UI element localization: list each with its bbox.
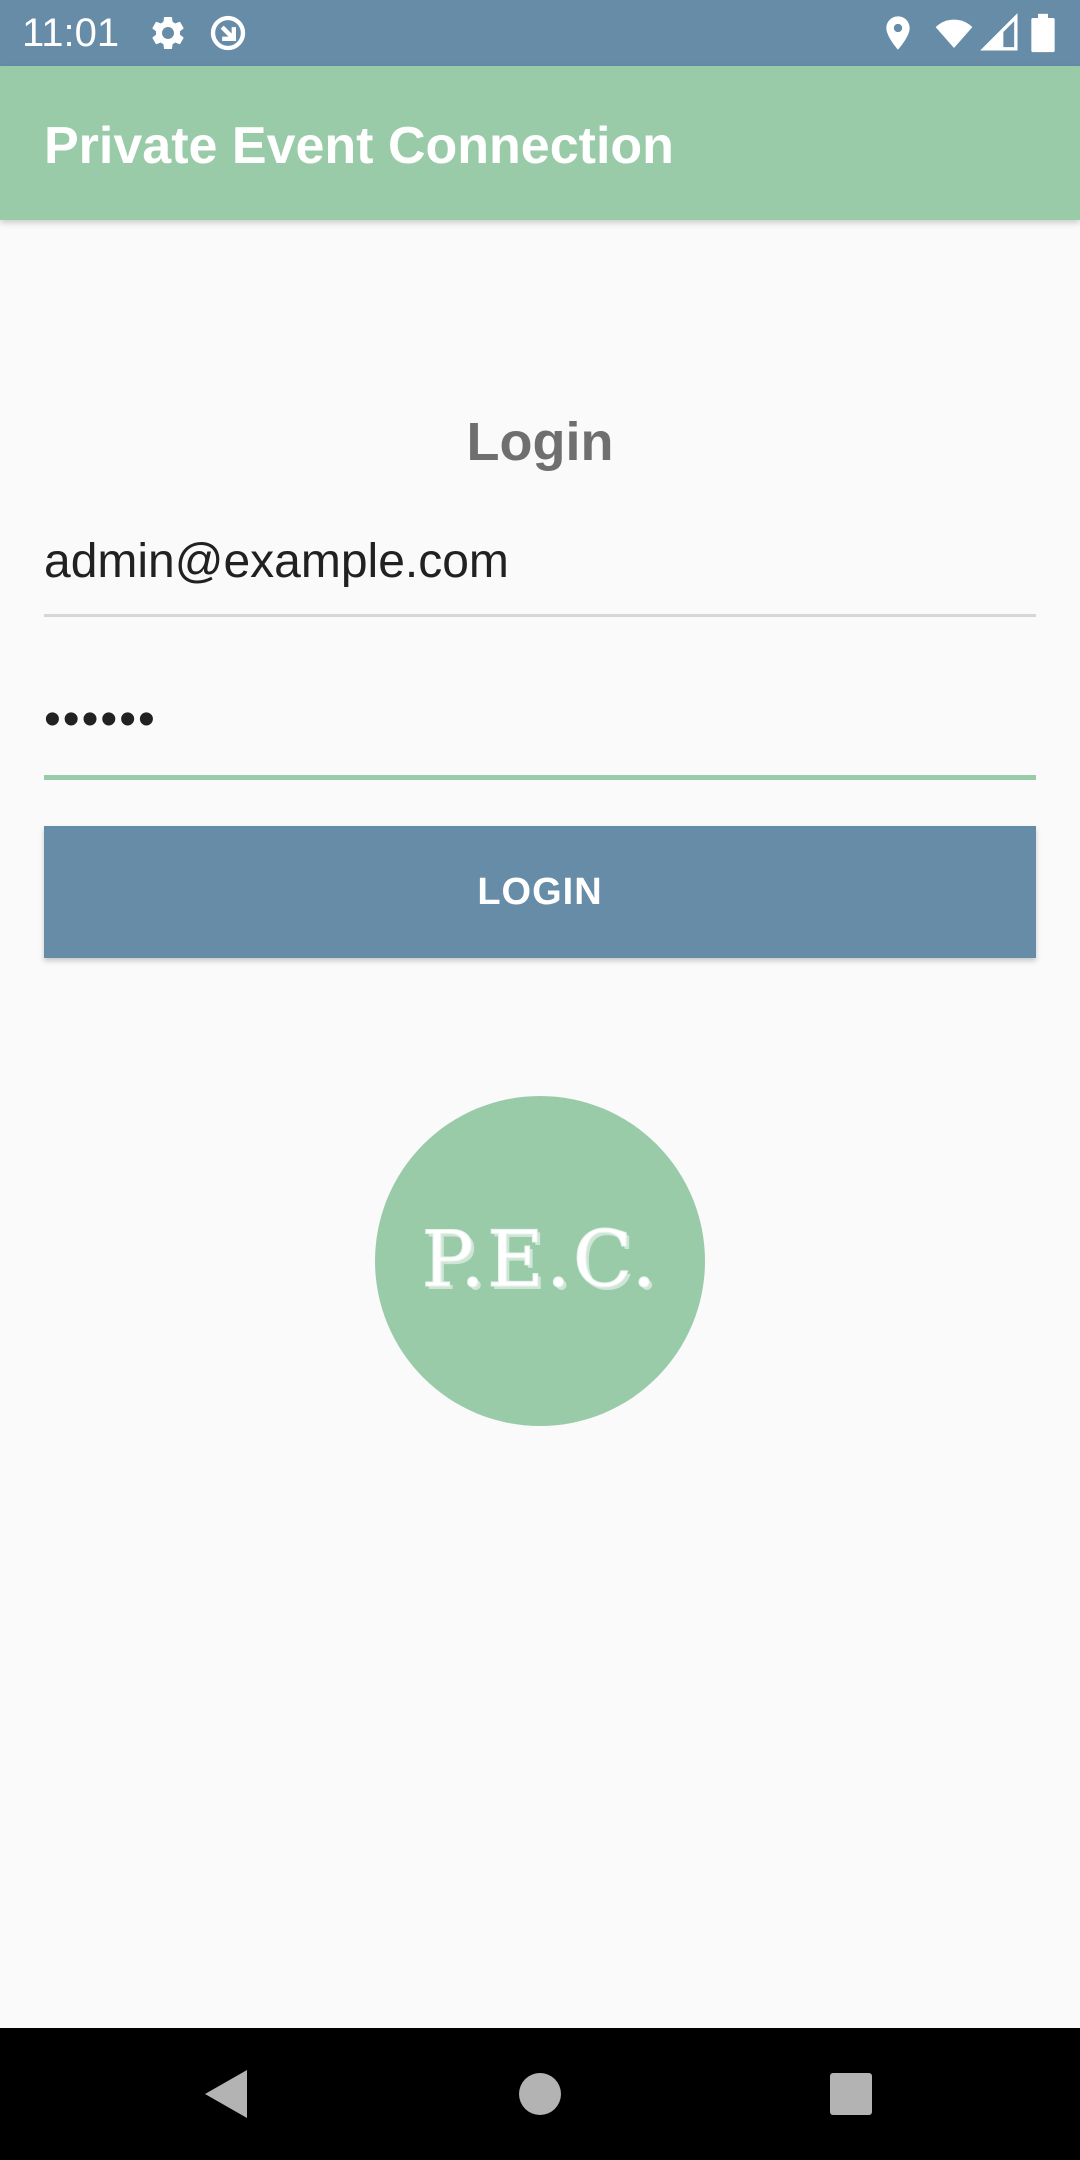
settings-icon — [152, 16, 184, 49]
back-icon[interactable] — [186, 2054, 266, 2134]
password-underline — [44, 775, 1036, 780]
wifi-icon — [935, 19, 973, 48]
sync-icon — [210, 15, 246, 51]
app-bar: Private Event Connection — [0, 66, 1080, 220]
recents-icon[interactable] — [811, 2054, 891, 2134]
status-time: 11:01 — [22, 11, 120, 55]
login-heading: Login — [466, 412, 614, 472]
home-icon[interactable] — [500, 2054, 580, 2134]
login-button[interactable]: LOGIN — [44, 826, 1036, 958]
app-title: Private Event Connection — [44, 117, 674, 175]
password-field[interactable] — [44, 685, 1036, 755]
location-icon — [886, 16, 910, 50]
pec-logo-mark: P.E.C. P.E.C. — [421, 1215, 659, 1309]
pec-logo: P.E.C. P.E.C. — [375, 1096, 705, 1426]
status-bar: 11:01 — [0, 0, 1080, 66]
battery-icon — [1031, 13, 1055, 53]
cell-signal-icon — [980, 13, 1018, 51]
email-underline — [44, 614, 1036, 617]
navigation-bar — [0, 2028, 1080, 2160]
email-field[interactable] — [44, 527, 1036, 597]
pec-logo-text: P.E.C. — [422, 1215, 659, 1305]
